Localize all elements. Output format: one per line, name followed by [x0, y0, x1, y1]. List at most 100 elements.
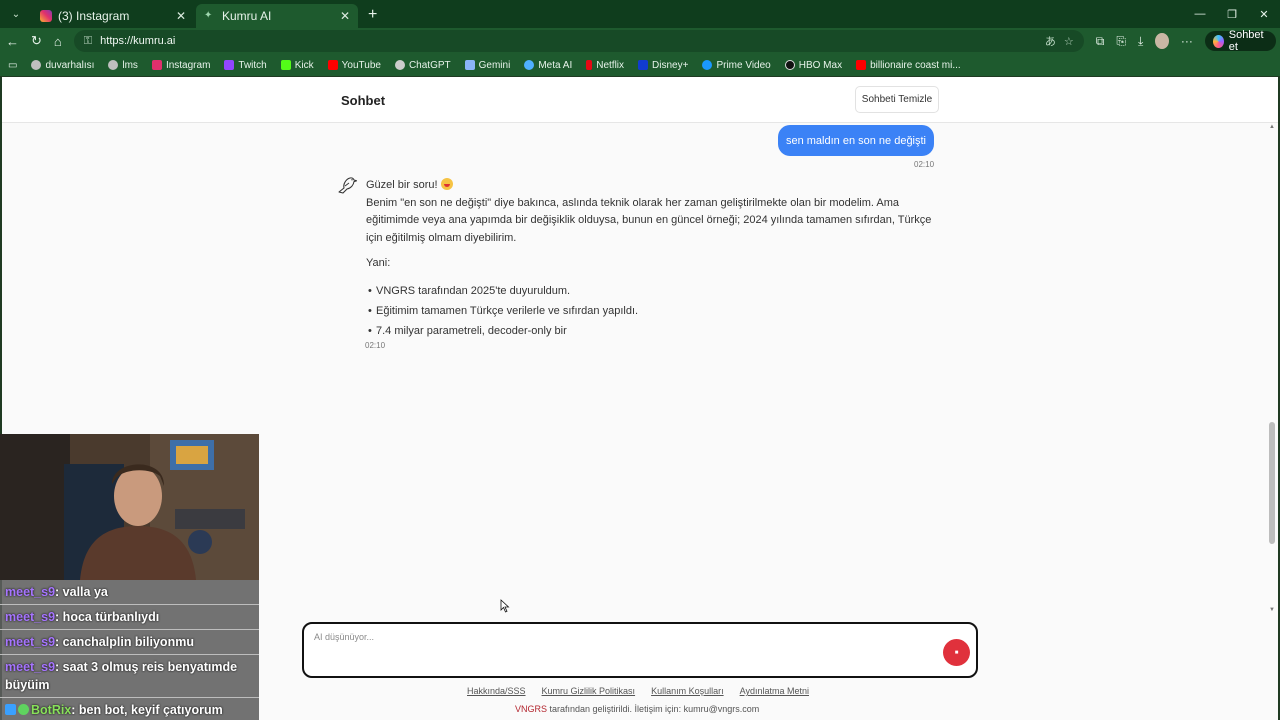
chat-text: : hoca türbanlıydı [55, 610, 160, 624]
bookmark-meta-ai[interactable]: Meta AI [524, 60, 572, 71]
bookmark-billionaire-coast[interactable]: billionaire coast mi... [856, 60, 961, 71]
tab-instagram[interactable]: (3) Instagram ✕ [32, 4, 194, 28]
list-item: 7.4 milyar parametreli, decoder-only bir [368, 323, 936, 341]
globe-icon [31, 60, 42, 70]
prime-video-icon [702, 60, 713, 70]
restore-icon[interactable]: ❐ [1216, 0, 1248, 28]
user-message-bubble: sen maldın en son ne değişti [778, 125, 934, 156]
bookmark-label: Instagram [165, 59, 211, 71]
translate-icon[interactable]: あ [1045, 33, 1056, 49]
url-field[interactable]: ⚿ https://kumru.ai あ ☆ [73, 30, 1084, 52]
bookmark-duvarhalisi[interactable]: duvarhalısı [31, 60, 94, 71]
chat-message: meet_s9: hoca türbanlıydı [0, 605, 259, 630]
ai-message-time: 02:10 [365, 341, 386, 350]
list-item: VNGRS tarafından 2025'te duyuruldum. [368, 283, 936, 301]
footer-brand: VNGRS [515, 704, 548, 714]
chatgpt-icon [394, 60, 405, 70]
chat-username: BotRix [31, 703, 72, 717]
site-info-icon[interactable]: ⚿ [84, 35, 92, 48]
close-tab-icon[interactable]: ✕ [340, 9, 350, 23]
tab-strip: ⌄ (3) Instagram ✕ ✦ Kumru AI ✕ + — ❐ ✕ [0, 0, 1280, 28]
copilot-chat-button[interactable]: Sohbet et [1204, 29, 1277, 53]
profile-avatar[interactable] [1155, 33, 1169, 49]
more-menu-icon[interactable]: ··· [1181, 34, 1193, 48]
favorite-star-icon[interactable]: ☆ [1064, 35, 1074, 48]
download-icon[interactable]: ⤓ [1138, 34, 1143, 49]
bookmark-youtube[interactable]: YouTube [327, 59, 381, 71]
footer-link-about[interactable]: Hakkında/SSS [467, 686, 526, 696]
bookmark-netflix[interactable]: Netflix [586, 60, 624, 71]
message-input-box: ■ [302, 622, 978, 678]
minimize-icon[interactable]: — [1184, 0, 1216, 28]
chat-header: Sohbet Sohbeti Temizle [2, 77, 1278, 123]
bookmark-instagram[interactable]: Instagram [151, 59, 211, 71]
stop-generation-button[interactable]: ■ [943, 639, 970, 666]
close-window-icon[interactable]: ✕ [1248, 0, 1280, 28]
tab-actions-chevron-icon[interactable]: ⌄ [4, 4, 28, 24]
tab-kumru[interactable]: ✦ Kumru AI ✕ [196, 4, 358, 28]
collections-icon[interactable]: ⎘ [1116, 34, 1126, 49]
verified-badge-icon [18, 704, 29, 715]
disney-icon [638, 60, 649, 70]
copilot-chat-label: Sohbet et [1228, 29, 1264, 53]
sidebar-toggle-icon[interactable]: ▭ [8, 60, 17, 71]
scroll-down-arrow-icon[interactable]: ▼ [1268, 607, 1276, 613]
footer-link-privacy[interactable]: Kumru Gizlilik Politikası [542, 686, 636, 696]
back-arrow-icon[interactable]: ← [6, 34, 19, 49]
bookmark-label: ChatGPT [408, 59, 451, 71]
ai-paragraph: Benim "en son ne değişti" diye bakınca, … [366, 196, 932, 244]
new-tab-plus-icon[interactable]: + [368, 6, 377, 24]
bookmark-prime-video[interactable]: Prime Video [702, 60, 771, 71]
refresh-icon[interactable]: ↻ [31, 33, 42, 49]
bookmark-lms[interactable]: lms [108, 60, 138, 71]
url-text: https://kumru.ai [100, 35, 176, 47]
bookmark-gemini[interactable]: Gemini [464, 60, 510, 71]
footer-link-terms[interactable]: Kullanım Koşulları [651, 686, 724, 696]
bookmark-label: Kick [294, 59, 314, 71]
close-tab-icon[interactable]: ✕ [176, 9, 186, 23]
ai-bullet-list: VNGRS tarafından 2025'te duyuruldum. Eği… [366, 283, 936, 341]
chat-username: meet_s9 [5, 660, 56, 674]
tab-title: Kumru AI [222, 9, 272, 23]
instagram-icon [40, 10, 52, 22]
bookmark-label: Disney+ [652, 59, 689, 71]
chat-username: meet_s9 [5, 635, 56, 649]
ai-message: Güzel bir soru! Benim "en son ne değişti… [366, 177, 936, 343]
stop-icon: ■ [954, 649, 959, 656]
footer-links: Hakkında/SSS Kumru Gizlilik Politikası K… [467, 686, 809, 696]
user-message-time: 02:10 [914, 160, 935, 169]
bookmark-disney[interactable]: Disney+ [638, 60, 688, 71]
window-controls: — ❐ ✕ [1184, 0, 1280, 28]
bookmarks-bar: ▭ duvarhalısı lms Instagram Twitch Kick … [0, 54, 1280, 76]
home-icon[interactable]: ⌂ [54, 34, 62, 49]
instagram-icon [151, 60, 162, 70]
chat-username: meet_s9 [5, 610, 56, 624]
bookmark-label: YouTube [341, 59, 381, 71]
gemini-icon [464, 60, 475, 70]
chat-text: : canchalplin biliyonmu [55, 635, 194, 649]
chat-message: BotRix: ben bot, keyif çatıyorum [0, 698, 259, 720]
bookmark-hbo-max[interactable]: HBO Max [784, 59, 843, 71]
webcam-feed [0, 434, 259, 580]
ai-yani: Yani: [366, 257, 391, 269]
youtube-icon [856, 60, 867, 70]
meta-ai-icon [524, 60, 535, 70]
tab-title: (3) Instagram [58, 9, 130, 23]
message-input[interactable] [314, 632, 914, 642]
ai-intro-text: Güzel bir soru! [366, 179, 438, 191]
bookmark-label: Netflix [596, 59, 625, 71]
chat-message: meet_s9: valla ya [0, 580, 259, 605]
clear-chat-button[interactable]: Sohbeti Temizle [855, 86, 939, 113]
hbo-max-icon [784, 60, 795, 70]
bookmark-twitch[interactable]: Twitch [224, 60, 267, 71]
scroll-up-arrow-icon[interactable]: ▲ [1268, 124, 1276, 130]
mouse-cursor-icon [500, 599, 510, 613]
address-toolbar: ← ↻ ⌂ ⚿ https://kumru.ai あ ☆ ⧉ ⎘ ⤓ ··· S… [0, 28, 1280, 54]
grinning-emoji-icon [440, 178, 453, 190]
bookmark-label: HBO Max [798, 59, 843, 71]
extensions-icon[interactable]: ⧉ [1096, 34, 1105, 49]
bookmark-kick[interactable]: Kick [280, 59, 314, 71]
bookmark-chatgpt[interactable]: ChatGPT [394, 59, 451, 71]
footer-link-disclosure[interactable]: Aydınlatma Metni [740, 686, 809, 696]
scrollbar-thumb[interactable] [1269, 422, 1275, 544]
